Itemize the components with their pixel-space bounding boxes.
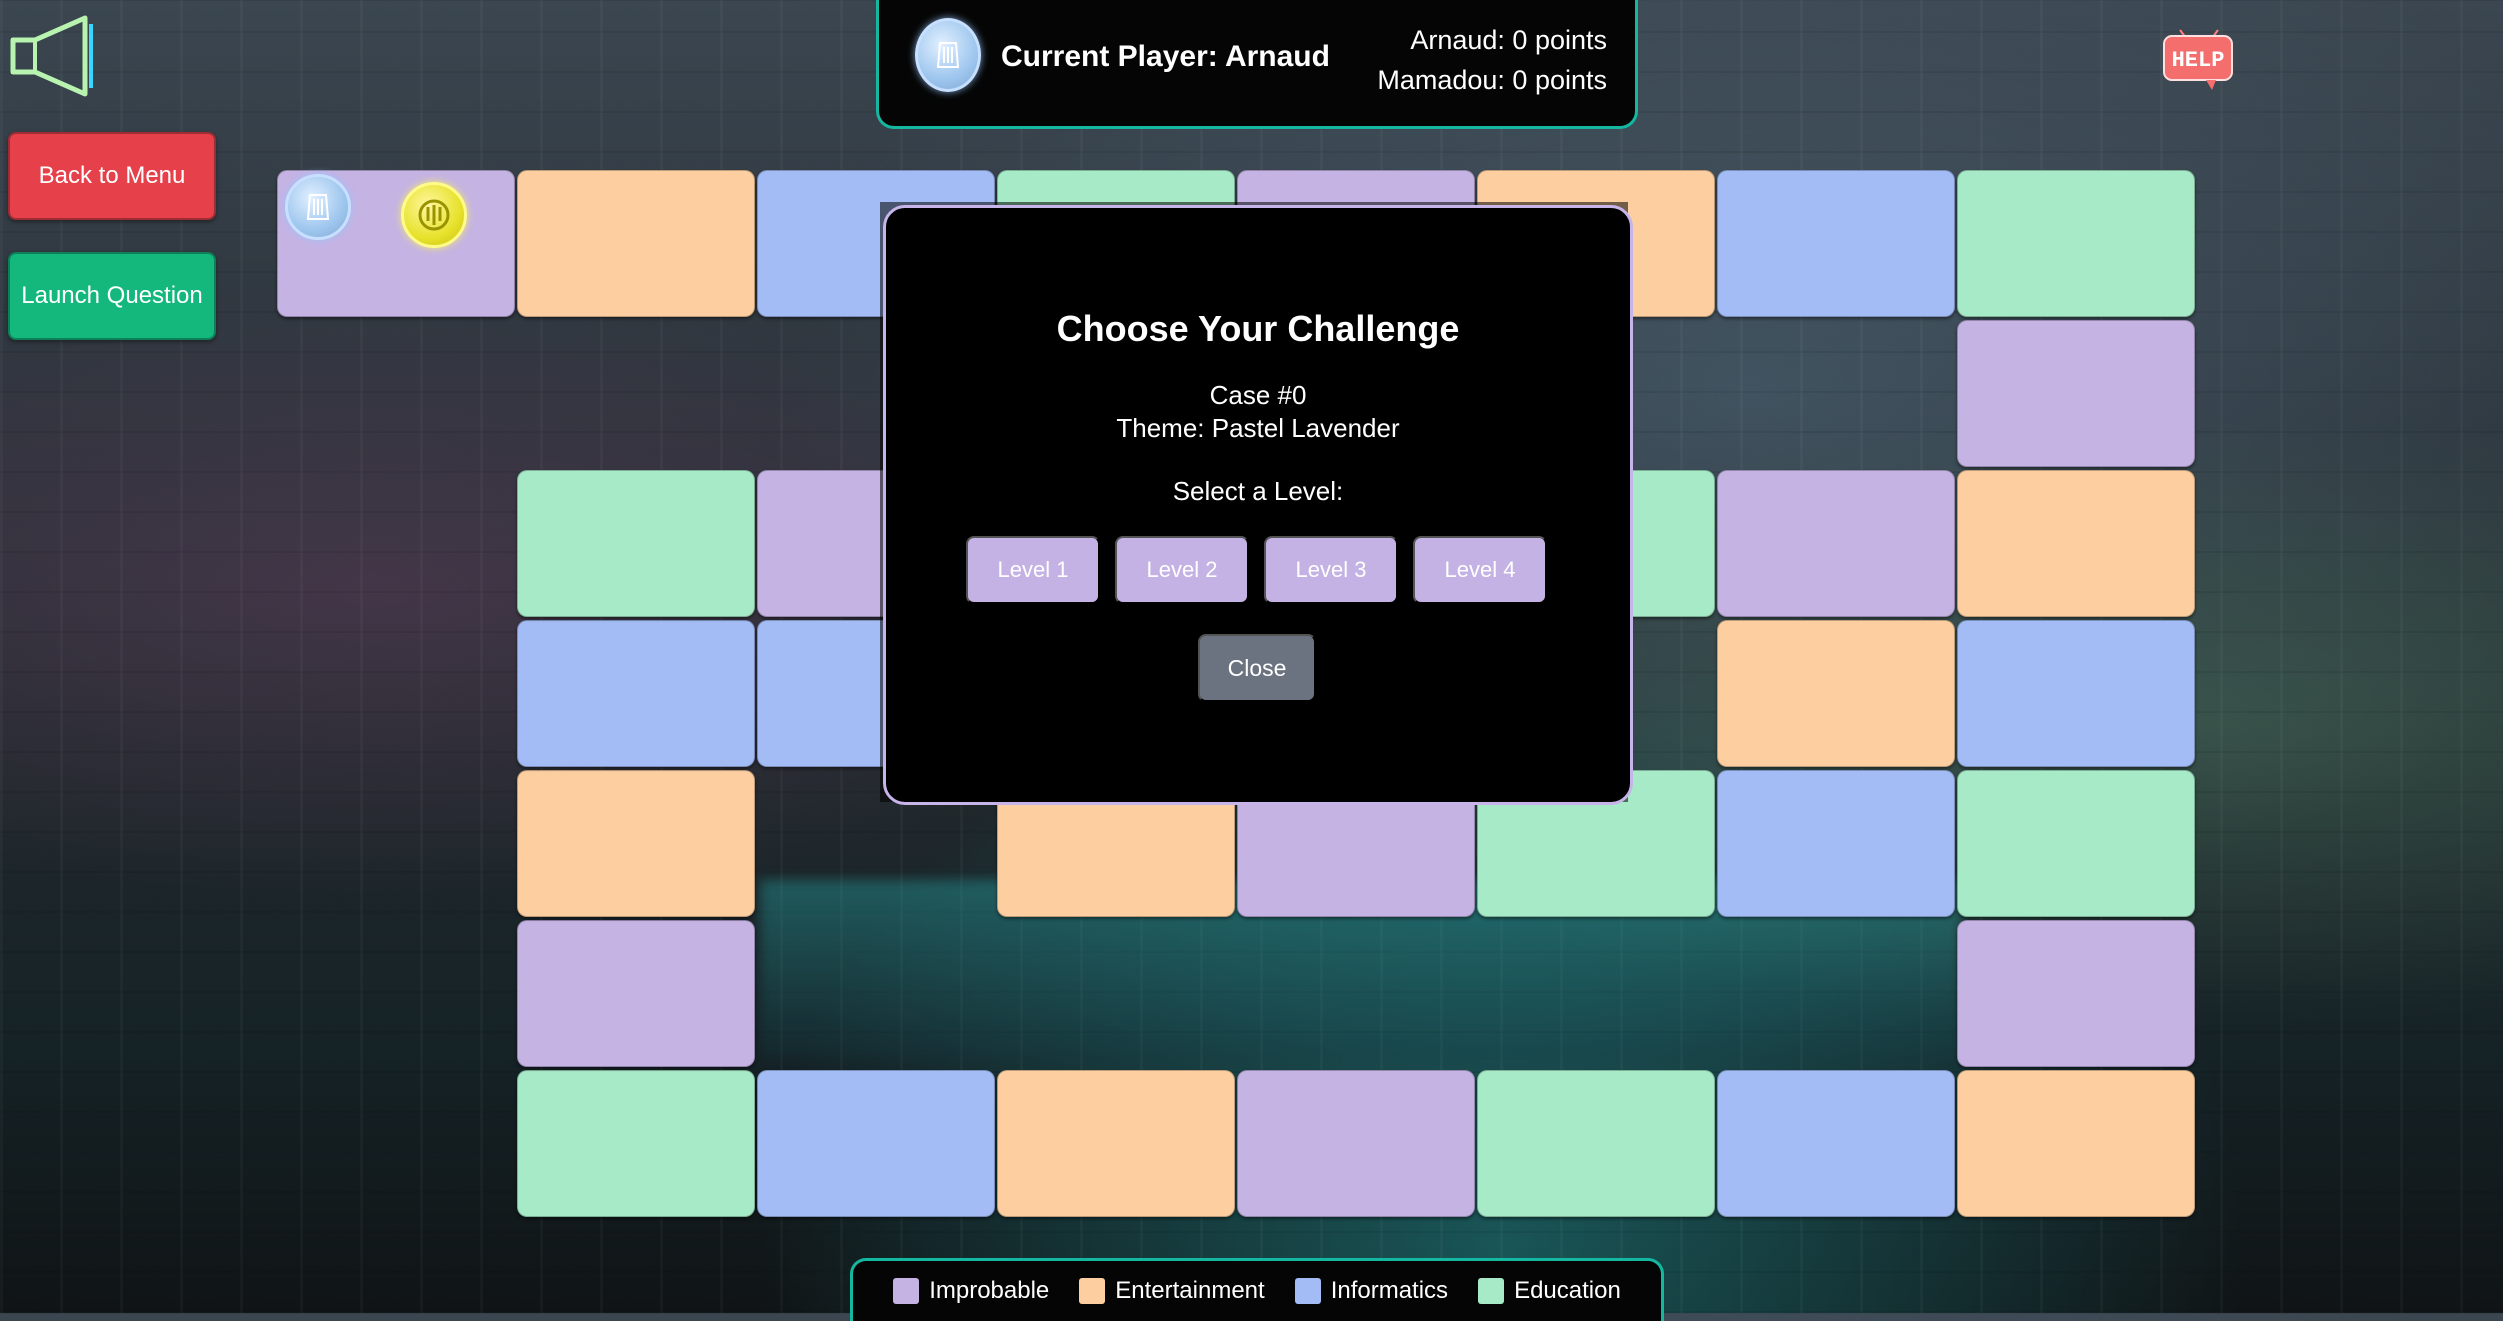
level-1-button[interactable]: Level 1 — [966, 536, 1100, 604]
board-tile-improbable — [1237, 1070, 1475, 1217]
board-tile-informatics — [1957, 620, 2195, 767]
legend-swatch — [893, 1278, 920, 1304]
case-label: Case #0 — [1209, 380, 1307, 410]
theme-label: Theme: Pastel Lavender — [1116, 413, 1400, 443]
level-2-button[interactable]: Level 2 — [1115, 536, 1249, 604]
board-tile-improbable — [1957, 920, 2195, 1067]
board-tile-informatics — [1717, 1070, 1955, 1217]
legend-label: Entertainment — [1115, 1277, 1265, 1304]
board-tile-informatics — [1717, 170, 1955, 317]
board-tile-improbable — [1717, 470, 1955, 617]
blue-pawn-icon — [285, 174, 351, 240]
board-tile-entertainment — [1717, 620, 1955, 767]
yellow-pawn-icon — [401, 182, 467, 248]
legend-item-improbable: Improbable — [893, 1277, 1049, 1305]
board-tile-entertainment — [517, 770, 755, 917]
board-tile-education — [1957, 170, 2195, 317]
legend-label: Education — [1514, 1277, 1621, 1304]
board-tile-informatics — [517, 620, 755, 767]
help-icon[interactable]: HELP — [2160, 18, 2238, 94]
board-tile-education — [1477, 1070, 1715, 1217]
launch-question-button[interactable]: Launch Question — [8, 252, 216, 340]
select-level-prompt: Select a Level: — [1172, 476, 1344, 506]
board-tile-entertainment — [1957, 470, 2195, 617]
current-player-token-icon — [915, 18, 981, 92]
board-tile-education — [1957, 770, 2195, 917]
level-3-button[interactable]: Level 3 — [1264, 536, 1398, 604]
legend-item-entertainment: Entertainment — [1079, 1277, 1265, 1305]
legend-swatch — [1079, 1278, 1106, 1304]
challenge-modal: Choose Your Challenge Case #0 Theme: Pas… — [883, 205, 1633, 805]
legend-item-education: Education — [1478, 1277, 1621, 1305]
back-to-menu-button[interactable]: Back to Menu — [8, 132, 216, 220]
close-button[interactable]: Close — [1198, 634, 1316, 702]
board-tile-improbable — [517, 920, 755, 1067]
player-header: Current Player: Arnaud Arnaud: 0 points … — [876, 0, 1638, 129]
score-arnaud: Arnaud: 0 points — [1410, 25, 1607, 55]
modal-title: Choose Your Challenge — [1056, 308, 1460, 349]
board-tile-informatics — [1717, 770, 1955, 917]
legend-label: Improbable — [929, 1277, 1050, 1304]
legend-item-informatics: Informatics — [1294, 1277, 1449, 1305]
board-tile-entertainment — [517, 170, 755, 317]
board-tile-education — [517, 1070, 755, 1217]
board-tile-entertainment — [1957, 1070, 2195, 1217]
current-player-label: Current Player: Arnaud — [1001, 40, 1330, 73]
category-legend: Improbable Entertainment Informatics Edu… — [850, 1258, 1664, 1321]
legend-label: Informatics — [1330, 1277, 1449, 1304]
score-list: Arnaud: 0 points Mamadou: 0 points — [1377, 20, 1607, 100]
level-buttons: Level 1 Level 2 Level 3 Level 4 — [966, 536, 1547, 604]
board-tile-entertainment — [997, 1070, 1235, 1217]
legend-swatch — [1294, 1278, 1321, 1304]
board-tile-education — [517, 470, 755, 617]
board-tile-informatics — [757, 1070, 995, 1217]
board-tile-improbable — [1957, 320, 2195, 467]
level-4-button[interactable]: Level 4 — [1413, 536, 1547, 604]
score-mamadou: Mamadou: 0 points — [1377, 65, 1607, 95]
speaker-icon[interactable] — [5, 10, 100, 102]
legend-swatch — [1478, 1278, 1505, 1304]
help-text: HELP — [2172, 48, 2225, 73]
